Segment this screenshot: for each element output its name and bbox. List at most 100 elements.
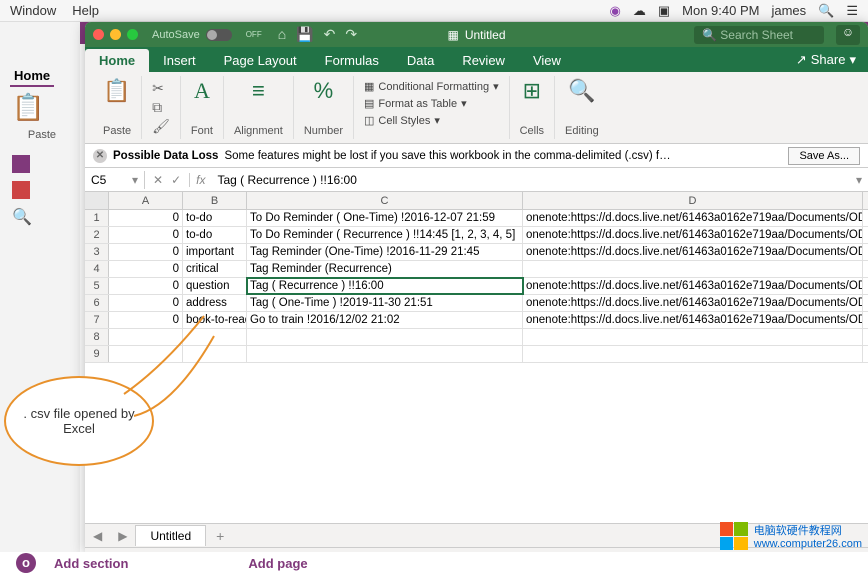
notebooks-icon[interactable]	[12, 155, 30, 173]
displays-icon[interactable]: ▣	[658, 3, 670, 19]
spotlight-icon[interactable]: 🔍	[818, 3, 834, 19]
cell[interactable]: 0	[109, 227, 183, 243]
tab-view[interactable]: View	[519, 49, 575, 72]
ribbon-editing[interactable]: 🔍 Editing	[555, 76, 609, 139]
table-row[interactable]: 8	[85, 329, 868, 346]
select-all-corner[interactable]	[85, 192, 109, 209]
account-button[interactable]: ☺	[836, 25, 860, 45]
ribbon-paste[interactable]: 📋 Paste	[93, 76, 142, 139]
onenote-avatar[interactable]: o	[16, 553, 36, 573]
copy-icon[interactable]: ⧉	[152, 99, 170, 116]
col-header-c[interactable]: C	[247, 192, 523, 209]
cell[interactable]: 0	[109, 278, 183, 294]
menu-window[interactable]: Window	[10, 3, 56, 18]
cell[interactable]: to-do	[183, 210, 247, 226]
table-row[interactable]: 50questionTag ( Recurrence ) !!16:00onen…	[85, 278, 868, 295]
cell[interactable]: to-do	[183, 227, 247, 243]
cell[interactable]: question	[183, 278, 247, 294]
search-rail-icon[interactable]: 🔍	[12, 207, 30, 225]
table-row[interactable]: 70book-to-readGo to train !2016/12/02 21…	[85, 312, 868, 329]
cell[interactable]: onenote:https://d.docs.live.net/61463a01…	[523, 295, 863, 311]
cell[interactable]	[523, 329, 863, 345]
menu-help[interactable]: Help	[72, 3, 99, 18]
tab-formulas[interactable]: Formulas	[311, 49, 393, 72]
table-row[interactable]: 40criticalTag Reminder (Recurrence)	[85, 261, 868, 278]
qat-undo-icon[interactable]: ↶	[324, 26, 336, 43]
cell[interactable]: onenote:https://d.docs.live.net/61463a01…	[523, 210, 863, 226]
ribbon-number[interactable]: % Number	[294, 76, 354, 139]
cell[interactable]: 0	[109, 295, 183, 311]
col-header-a[interactable]: A	[109, 192, 183, 209]
cell[interactable]: Tag ( Recurrence ) !!16:00	[247, 278, 523, 294]
search-sheet-input[interactable]: 🔍 Search Sheet	[694, 26, 824, 44]
row-header[interactable]: 8	[85, 329, 109, 345]
tab-page-layout[interactable]: Page Layout	[210, 49, 311, 72]
row-header[interactable]: 3	[85, 244, 109, 260]
sheet-tab-untitled[interactable]: Untitled	[135, 525, 206, 546]
cell[interactable]: Tag ( One-Time ) !2019-11-30 21:51	[247, 295, 523, 311]
zoom-button[interactable]	[127, 29, 138, 40]
col-header-b[interactable]: B	[183, 192, 247, 209]
cell[interactable]	[523, 346, 863, 362]
name-box[interactable]: C5▾	[85, 171, 145, 189]
sheet-nav-next[interactable]: ▶	[110, 529, 135, 543]
tab-insert[interactable]: Insert	[149, 49, 210, 72]
cell[interactable]: Tag Reminder (One-Time) !2016-11-29 21:4…	[247, 244, 523, 260]
format-painter-icon[interactable]: 🖌	[152, 118, 170, 135]
add-sheet-button[interactable]: +	[206, 528, 234, 544]
table-row[interactable]: 30importantTag Reminder (One-Time) !2016…	[85, 244, 868, 261]
cell[interactable]: critical	[183, 261, 247, 277]
sheet-nav-prev[interactable]: ◀	[85, 529, 110, 543]
row-header[interactable]: 1	[85, 210, 109, 226]
cut-icon[interactable]: ✂	[152, 80, 170, 97]
cell[interactable]: important	[183, 244, 247, 260]
menu-icon[interactable]: ☰	[846, 3, 858, 19]
ribbon-alignment[interactable]: ≡ Alignment	[224, 76, 294, 139]
minimize-button[interactable]	[110, 29, 121, 40]
ribbon-cells[interactable]: ⊞ Cells	[510, 76, 555, 139]
cell[interactable]: 0	[109, 210, 183, 226]
user-name[interactable]: james	[771, 3, 806, 18]
format-as-table-button[interactable]: ▤ Format as Table ▾	[364, 95, 499, 112]
row-header[interactable]: 9	[85, 346, 109, 362]
cell[interactable]: 0	[109, 312, 183, 328]
cell[interactable]: onenote:https://d.docs.live.net/61463a01…	[523, 312, 863, 328]
table-row[interactable]: 10to-doTo Do Reminder ( One-Time) !2016-…	[85, 210, 868, 227]
fx-cancel-icon[interactable]: ✕	[153, 173, 163, 187]
cloud-icon[interactable]: ☁	[633, 3, 646, 19]
add-page-button[interactable]: Add page	[248, 556, 307, 571]
cell[interactable]	[247, 329, 523, 345]
cell[interactable]: onenote:https://d.docs.live.net/61463a01…	[523, 244, 863, 260]
cell[interactable]: Tag Reminder (Recurrence)	[247, 261, 523, 277]
cell[interactable]: To Do Reminder ( One-Time) !2016-12-07 2…	[247, 210, 523, 226]
fx-enter-icon[interactable]: ✓	[171, 173, 181, 187]
cell[interactable]: Go to train !2016/12/02 21:02	[247, 312, 523, 328]
table-row[interactable]: 60addressTag ( One-Time ) !2019-11-30 21…	[85, 295, 868, 312]
cell-styles-button[interactable]: ◫ Cell Styles ▾	[364, 112, 499, 129]
save-as-button[interactable]: Save As...	[788, 147, 860, 165]
onenote-home-tab[interactable]: Home	[10, 66, 54, 87]
row-header[interactable]: 2	[85, 227, 109, 243]
cell[interactable]: 0	[109, 261, 183, 277]
cell[interactable]: 0	[109, 244, 183, 260]
tab-data[interactable]: Data	[393, 49, 448, 72]
close-button[interactable]	[93, 29, 104, 40]
formula-input[interactable]: Tag ( Recurrence ) !!16:00	[211, 173, 850, 187]
cell[interactable]	[183, 329, 247, 345]
row-header[interactable]: 7	[85, 312, 109, 328]
fx-expand-icon[interactable]: ▾	[850, 173, 868, 187]
cell[interactable]: onenote:https://d.docs.live.net/61463a01…	[523, 227, 863, 243]
cell[interactable]	[183, 346, 247, 362]
cell[interactable]	[523, 261, 863, 277]
tab-home[interactable]: Home	[85, 49, 149, 72]
cell[interactable]: To Do Reminder ( Recurrence ) !!14:45 [1…	[247, 227, 523, 243]
autosave-toggle[interactable]	[206, 29, 232, 41]
row-header[interactable]: 6	[85, 295, 109, 311]
cell[interactable]	[109, 329, 183, 345]
table-row[interactable]: 20to-doTo Do Reminder ( Recurrence ) !!1…	[85, 227, 868, 244]
share-button[interactable]: ↗ Share ▾	[784, 48, 868, 72]
row-header[interactable]: 5	[85, 278, 109, 294]
ribbon-font[interactable]: A Font	[181, 76, 224, 139]
qat-home-icon[interactable]: ⌂	[278, 26, 286, 43]
tab-review[interactable]: Review	[448, 49, 519, 72]
